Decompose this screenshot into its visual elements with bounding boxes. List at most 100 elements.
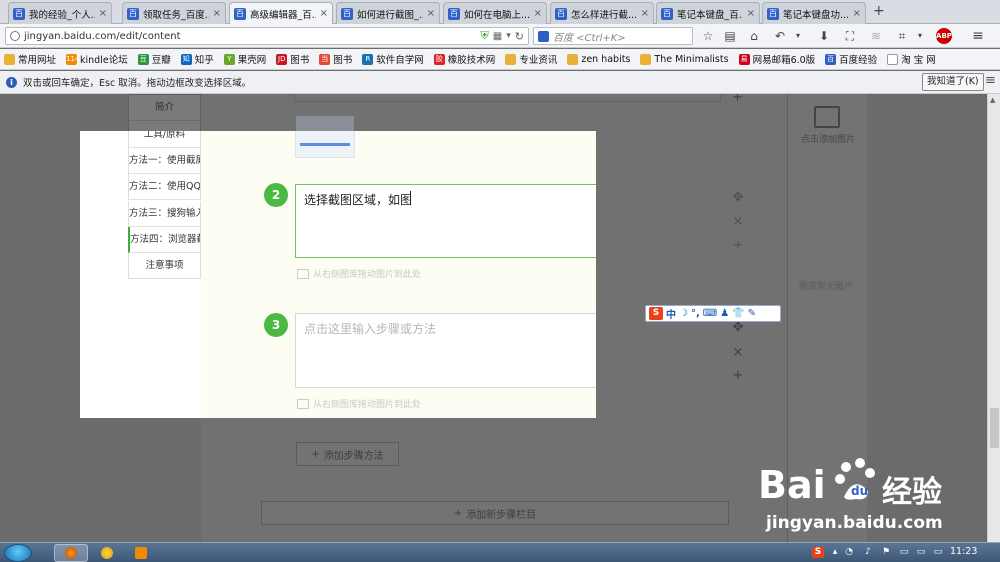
adblock-icon[interactable]: ABP	[936, 28, 952, 44]
qr-icon[interactable]: ▦	[493, 31, 502, 42]
step-3-placeholder[interactable]: 点击这里输入步骤或方法	[304, 320, 436, 337]
crop-icon[interactable]: ⌗	[894, 28, 910, 44]
tab-8[interactable]: 百笔记本键盘功... ×	[762, 2, 866, 24]
page-scrollbar[interactable]: ▲	[987, 94, 1000, 542]
shield-icon[interactable]: ⛨	[481, 29, 489, 43]
tab-close-icon[interactable]: ×	[534, 8, 542, 19]
tab-close-icon[interactable]: ×	[853, 8, 861, 19]
scrollbar-thumb[interactable]	[990, 408, 999, 448]
bookmark-item[interactable]: zen habits	[567, 53, 630, 65]
reload-icon[interactable]: ↻	[515, 30, 524, 43]
delete-icon[interactable]: ×	[731, 214, 745, 229]
move-icon[interactable]: ✥	[731, 320, 745, 335]
sidenav-item-method1[interactable]: 方法一：使用截屏	[128, 148, 201, 174]
step-image-thumbnail[interactable]	[295, 131, 355, 158]
start-button[interactable]	[4, 544, 32, 562]
ime-mode-toggle[interactable]: 中	[666, 306, 676, 321]
taskbar-app2[interactable]	[90, 544, 124, 562]
bookmark-item[interactable]: Y 果壳网	[223, 52, 266, 66]
flag-icon[interactable]: ⚑	[880, 547, 892, 558]
bookmark-item[interactable]: 百百度经验	[825, 52, 877, 66]
undo-dropdown-icon[interactable]: ▾	[790, 28, 806, 44]
tab-2[interactable]: 百领取任务_百度... ×	[122, 2, 226, 24]
tray-icon[interactable]: ▭	[898, 547, 910, 558]
tab-close-icon[interactable]: ×	[747, 8, 755, 19]
url-text[interactable]: jingyan.baidu.com/edit/content	[24, 31, 477, 42]
screenshot-selection-area[interactable]: 工具/原料 方法一：使用截屏 方法二：使用QQ 方法三：搜狗输入 方法四：浏览器…	[80, 131, 596, 418]
dropdown-icon[interactable]: ▾	[506, 31, 511, 41]
tab-5[interactable]: 百如何在电脑上... ×	[443, 2, 547, 24]
step-2-textarea[interactable]: 选择截图区域，如图 B I	[295, 184, 596, 258]
tab-close-icon[interactable]: ×	[320, 8, 328, 19]
tab-title[interactable]: 笔记本键盘_百...	[677, 7, 743, 21]
tab-3[interactable]: 百高级编辑器_百... ×	[229, 2, 333, 24]
bookmark-item[interactable]: 常用网址	[4, 52, 56, 66]
tab-title[interactable]: 我的经验_个人...	[29, 7, 95, 21]
add-image-icon[interactable]	[814, 106, 840, 128]
clock[interactable]: 11:23	[950, 546, 977, 557]
sidenav-item-intro[interactable]: 简介	[129, 95, 200, 121]
add-icon[interactable]: +	[731, 368, 745, 383]
ime-toolbar[interactable]: S 中 ☽ °, ⌨ ♟ 👕 ✎	[645, 305, 781, 322]
home-icon[interactable]: ⌂	[746, 28, 762, 44]
taskbar-firefox[interactable]	[54, 544, 88, 562]
got-it-button[interactable]: 我知道了(K)	[922, 73, 984, 91]
user-icon[interactable]: ♟	[720, 308, 729, 319]
new-tab-button[interactable]: +	[873, 3, 885, 19]
bookmark-item[interactable]: 淘 宝 网	[887, 52, 936, 66]
bookmark-item[interactable]: 易网易邮箱6.0版	[738, 52, 815, 66]
move-icon[interactable]: ✥	[731, 190, 745, 205]
sidenav-item-method4[interactable]: 方法四：浏览器截	[128, 227, 201, 253]
crop-dropdown-icon[interactable]: ▾	[912, 28, 928, 44]
taskbar-app3[interactable]	[124, 544, 158, 562]
site-info-icon[interactable]	[10, 31, 20, 41]
search-box[interactable]: 百度 <Ctrl+K>	[533, 27, 693, 45]
bookmark-item[interactable]: 知知乎	[180, 52, 214, 66]
search-engine-icon[interactable]	[538, 30, 549, 42]
tab-close-icon[interactable]: ×	[641, 8, 649, 19]
rss-icon[interactable]: ≋	[868, 28, 884, 44]
tab-close-icon[interactable]: ×	[213, 8, 221, 19]
bookmark-item[interactable]: 豆豆瓣	[137, 52, 171, 66]
volume-icon[interactable]: ♪	[862, 547, 874, 558]
search-input[interactable]: 百度 <Ctrl+K>	[553, 29, 626, 44]
notification-menu-icon[interactable]: ≡	[985, 73, 996, 88]
tab-title[interactable]: 怎么样进行截...	[571, 7, 637, 21]
url-bar[interactable]: jingyan.baidu.com/edit/content ⛨ ▦ ▾ ↻	[5, 27, 529, 45]
tray-icon[interactable]: ▭	[915, 547, 927, 558]
skin-icon[interactable]: 👕	[732, 308, 744, 319]
tab-title[interactable]: 如何在电脑上...	[464, 7, 530, 21]
bookmark-star-icon[interactable]: ☆	[700, 28, 716, 44]
bookmark-item[interactable]: 胶橡胶技术网	[433, 52, 495, 66]
tab-close-icon[interactable]: ×	[427, 8, 435, 19]
sogou-tray-icon[interactable]: S	[812, 547, 824, 558]
sidenav-item-tools[interactable]: 工具/原料	[128, 131, 201, 148]
download-icon[interactable]: ⬇	[816, 28, 832, 44]
sidenav-item-method2[interactable]: 方法二：使用QQ	[128, 174, 201, 200]
tab-close-icon[interactable]: ×	[99, 8, 107, 19]
sidenav-item-notes[interactable]: 注意事项	[128, 253, 201, 279]
add-icon[interactable]: +	[731, 238, 745, 253]
add-section-button[interactable]: + 添加新步骤栏目	[261, 501, 729, 525]
sogou-logo-icon[interactable]: S	[649, 307, 663, 320]
network-icon[interactable]: ◔	[843, 547, 855, 558]
add-image-label[interactable]: 点击添加图片	[801, 132, 855, 145]
tab-title[interactable]: 领取任务_百度...	[143, 7, 209, 21]
moon-icon[interactable]: ☽	[679, 308, 688, 319]
tab-4[interactable]: 百如何进行截图_... ×	[336, 2, 440, 24]
tray-icon[interactable]: ▭	[932, 547, 944, 558]
delete-icon[interactable]: ×	[731, 345, 745, 360]
bookmark-item[interactable]: JD 图书	[276, 52, 309, 66]
add-step-button[interactable]: + 添加步骤方法	[296, 442, 399, 466]
menu-icon[interactable]: ≡	[970, 28, 986, 44]
reading-list-icon[interactable]: ▤	[722, 28, 738, 44]
bookmark-item[interactable]: The Minimalists	[640, 53, 729, 65]
sidenav-item-method3[interactable]: 方法三：搜狗输入	[128, 201, 201, 227]
undo-icon[interactable]: ↶	[772, 28, 788, 44]
punctuation-icon[interactable]: °,	[691, 308, 700, 319]
bookmark-item[interactable]: R 软件自学网	[362, 52, 424, 66]
add-icon[interactable]: +	[732, 94, 743, 105]
bookmark-item[interactable]: 114 kindle论坛	[66, 52, 128, 66]
tab-title[interactable]: 如何进行截图_...	[357, 7, 423, 21]
bookmark-item[interactable]: 专业资讯	[505, 52, 557, 66]
